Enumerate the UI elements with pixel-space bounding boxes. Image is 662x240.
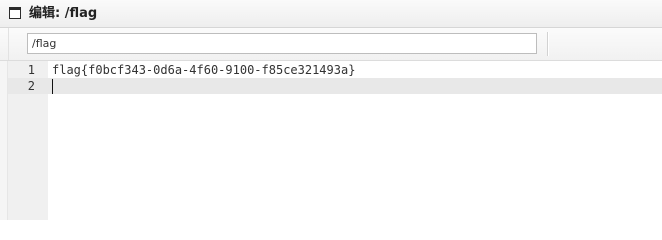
code-line[interactable]: flag{f0bcf343-0d6a-4f60-9100-f85ce321493… — [52, 62, 355, 78]
editor-left-border — [0, 61, 8, 220]
text-cursor — [52, 79, 53, 94]
title-bar: 编辑: /flag — [0, 0, 662, 28]
window-icon — [9, 7, 21, 19]
code-editor[interactable]: 1 flag{f0bcf343-0d6a-4f60-9100-f85ce3214… — [0, 61, 662, 220]
toolbar-divider-left — [8, 28, 9, 60]
file-path-input[interactable] — [27, 33, 537, 54]
window-title: 编辑: /flag — [29, 6, 98, 21]
line-number: 2 — [27, 79, 35, 93]
path-toolbar — [0, 28, 662, 61]
line-number: 1 — [27, 63, 35, 77]
toolbar-separator — [547, 32, 548, 56]
active-line-highlight — [8, 78, 662, 94]
editor-window: 编辑: /flag 1 flag{f0bcf343-0d6a-4f60-9100… — [0, 0, 662, 220]
